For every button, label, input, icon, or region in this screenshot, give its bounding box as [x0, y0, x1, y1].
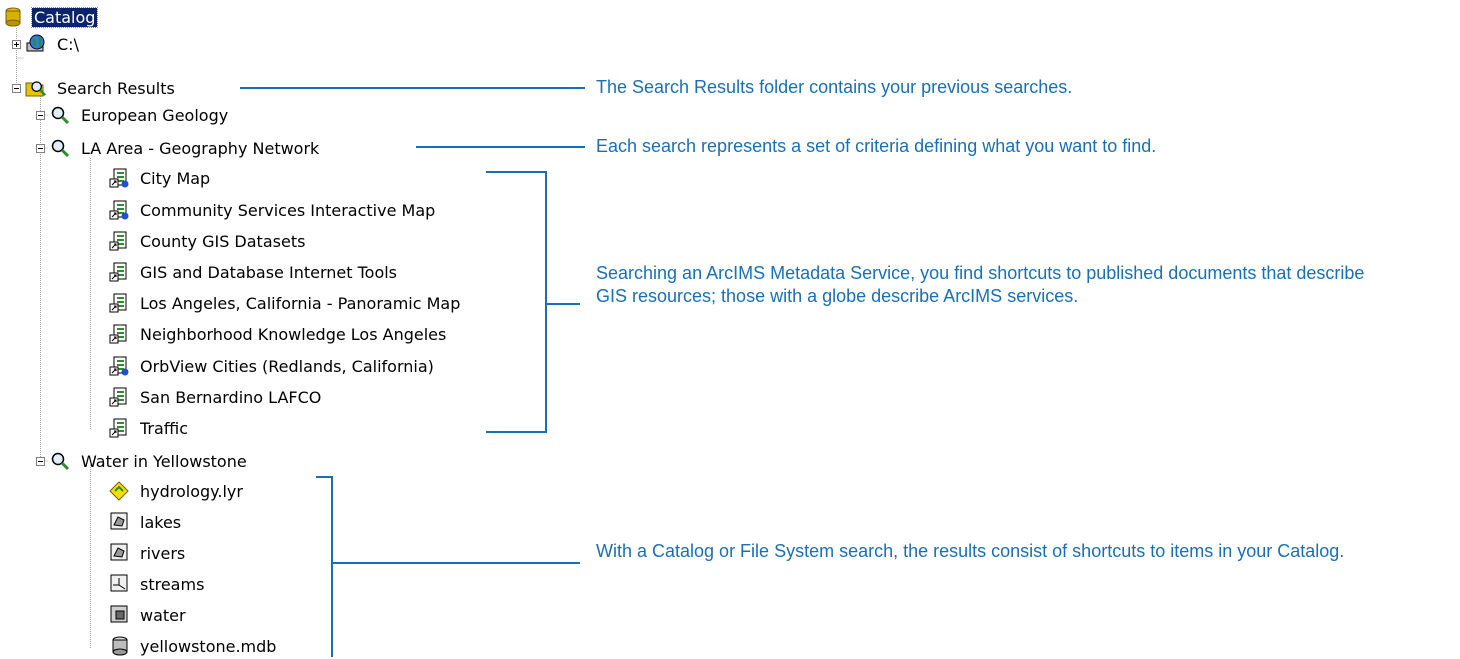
tree-node-result[interactable]: yellowstone.mdb — [108, 633, 278, 659]
callout-metadata: Searching an ArcIMS Metadata Service, yo… — [596, 263, 1365, 306]
coverage-icon — [108, 604, 130, 626]
metadata-shortcut-icon — [108, 386, 130, 408]
tree-node-result[interactable]: OrbView Cities (Redlands, California) — [108, 353, 436, 379]
tree-node-search-results[interactable]: Search Results — [12, 75, 177, 101]
layer-file-icon — [108, 480, 130, 502]
metadata-globe-shortcut-icon — [108, 355, 130, 377]
tree-node-catalog[interactable]: Catalog — [2, 4, 99, 30]
polygon-shapefile-icon — [108, 511, 130, 533]
callout-search: Each search represents a set of criteria… — [596, 136, 1157, 156]
tree-node-result[interactable]: Los Angeles, California - Panoramic Map — [108, 290, 462, 316]
globe-drive-icon — [25, 33, 47, 55]
callout-search-results: The Search Results folder contains your … — [596, 77, 1073, 97]
tree-label-result: water — [140, 605, 186, 625]
collapse-icon[interactable] — [36, 143, 45, 153]
magnifier-icon — [49, 450, 71, 472]
expand-icon[interactable] — [12, 39, 21, 49]
tree-label-search: Water in Yellowstone — [81, 451, 247, 471]
magnifier-icon — [49, 104, 71, 126]
tree-label-search-results: Search Results — [57, 78, 175, 98]
magnifier-icon — [49, 137, 71, 159]
tree-node-search[interactable]: Water in Yellowstone — [36, 448, 249, 474]
tree-label-result: Neighborhood Knowledge Los Angeles — [140, 324, 447, 344]
tree-node-result[interactable]: water — [108, 602, 188, 628]
tree-node-result[interactable]: streams — [108, 571, 206, 597]
polygon-shapefile-icon — [108, 542, 130, 564]
tree-node-result[interactable]: rivers — [108, 540, 187, 566]
tree-node-result[interactable]: Traffic — [108, 415, 190, 441]
tree-label-result: City Map — [140, 168, 211, 188]
tree-label-result: yellowstone.mdb — [140, 636, 277, 656]
metadata-shortcut-icon — [108, 417, 130, 439]
tree-node-result[interactable]: hydrology.lyr — [108, 478, 245, 504]
database-root-icon — [2, 6, 24, 28]
tree-node-result[interactable]: City Map — [108, 165, 212, 191]
collapse-icon[interactable] — [12, 83, 21, 93]
tree-label-catalog: Catalog — [30, 6, 99, 28]
tree-node-result[interactable]: San Bernardino LAFCO — [108, 384, 323, 410]
tree-label-result: Traffic — [140, 418, 189, 438]
metadata-globe-shortcut-icon — [108, 199, 130, 221]
tree-label-search: European Geology — [81, 105, 229, 125]
tree-label-result: Community Services Interactive Map — [140, 200, 436, 220]
collapse-icon[interactable] — [36, 456, 45, 466]
tree-node-result[interactable]: Community Services Interactive Map — [108, 197, 437, 223]
tree-node-result[interactable]: County GIS Datasets — [108, 228, 307, 254]
tree-label-result: County GIS Datasets — [140, 231, 306, 251]
metadata-shortcut-icon — [108, 230, 130, 252]
tree-label-result: hydrology.lyr — [140, 481, 243, 501]
tree-label-result: rivers — [140, 543, 186, 563]
tree-node-result[interactable]: lakes — [108, 509, 183, 535]
search-folder-icon — [25, 77, 47, 99]
tree-label-result: GIS and Database Internet Tools — [140, 262, 398, 282]
tree-label-result: lakes — [140, 512, 182, 532]
geodatabase-icon — [108, 635, 130, 657]
tree-label-result: streams — [140, 574, 205, 594]
tree-label-result: OrbView Cities (Redlands, California) — [140, 356, 434, 376]
tree-node-search[interactable]: LA Area - Geography Network — [36, 135, 321, 161]
callout-catalog: With a Catalog or File System search, th… — [596, 541, 1345, 561]
tree-node-c-drive[interactable]: C:\ — [12, 31, 81, 57]
collapse-icon[interactable] — [36, 110, 45, 120]
tree-label-result: San Bernardino LAFCO — [140, 387, 322, 407]
metadata-shortcut-icon — [108, 292, 130, 314]
tree-node-result[interactable]: Neighborhood Knowledge Los Angeles — [108, 321, 448, 347]
line-shapefile-icon — [108, 573, 130, 595]
tree-node-result[interactable]: GIS and Database Internet Tools — [108, 259, 399, 285]
metadata-shortcut-icon — [108, 323, 130, 345]
tree-label-result: Los Angeles, California - Panoramic Map — [140, 293, 461, 313]
metadata-globe-shortcut-icon — [108, 167, 130, 189]
tree-label-c-drive: C:\ — [57, 34, 79, 54]
tree-node-search[interactable]: European Geology — [36, 102, 230, 128]
tree-label-search: LA Area - Geography Network — [81, 138, 320, 158]
metadata-shortcut-icon — [108, 261, 130, 283]
